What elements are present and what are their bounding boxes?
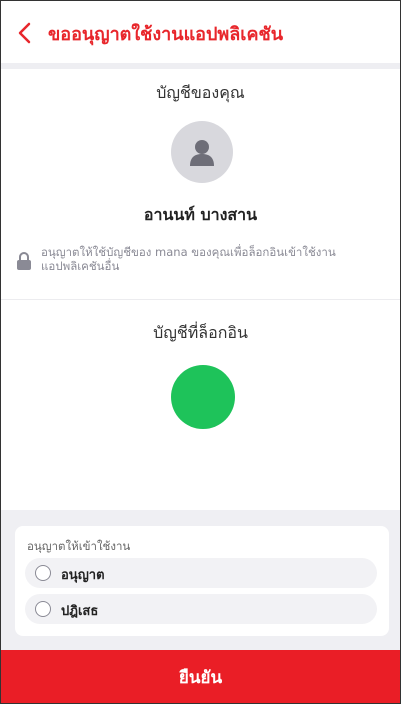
your-account-title: บัญชีของคุณ xyxy=(156,83,245,102)
confirm-button[interactable]: ยืนยัน xyxy=(1,650,400,703)
login-app-logo xyxy=(171,365,235,429)
account-name: อานนท์ บางสาน xyxy=(143,205,258,224)
header: ขออนุญาตใช้งานแอปพลิเคชัน xyxy=(1,1,400,63)
user-icon xyxy=(190,140,214,166)
permission-notice: อนุญาตให้ใช้บัญชีของ mana ของคุณเพื่อล็อ… xyxy=(15,245,375,273)
page-title: ขออนุญาตใช้งานแอปพลิเคชัน xyxy=(48,24,284,45)
option-deny-label: ปฎิเสธ xyxy=(61,604,99,619)
header-divider xyxy=(1,63,400,69)
section-divider xyxy=(1,299,400,300)
app-screen: ขออนุญาตใช้งานแอปพลิเคชัน บัญชีของคุณ อา… xyxy=(0,0,401,704)
back-button[interactable] xyxy=(13,18,39,48)
consent-title: อนุญาตให้เข้าใช้งาน xyxy=(27,539,131,553)
option-allow[interactable]: อนุญาต xyxy=(25,558,377,588)
permission-text: อนุญาตให้ใช้บัญชีของ mana ของคุณเพื่อล็อ… xyxy=(41,245,336,273)
option-deny[interactable]: ปฎิเสธ xyxy=(25,594,377,624)
avatar xyxy=(171,121,233,183)
lock-icon xyxy=(17,252,31,270)
option-allow-label: อนุญาต xyxy=(61,568,105,583)
chevron-left-icon xyxy=(18,22,31,44)
radio-allow[interactable] xyxy=(35,565,51,581)
logged-in-account-title: บัญชีที่ล็อกอิน xyxy=(153,323,248,342)
radio-deny[interactable] xyxy=(35,601,51,617)
consent-card: อนุญาตให้เข้าใช้งาน อนุญาต ปฎิเสธ xyxy=(15,526,389,636)
